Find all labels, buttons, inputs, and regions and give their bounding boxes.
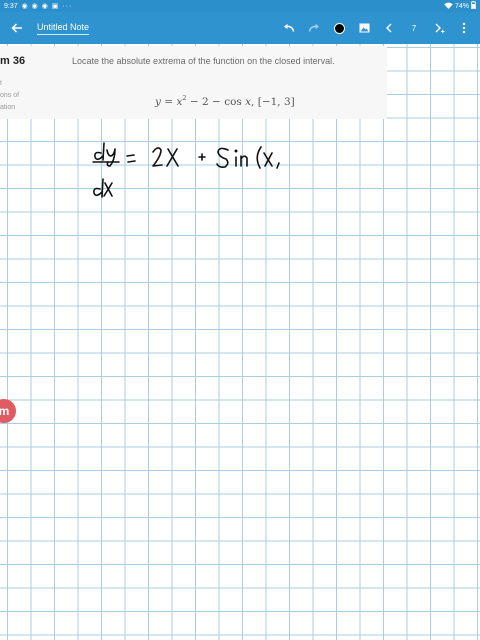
logo-letter: m: [0, 404, 10, 418]
note-page: 9:37 ◉ ◉ ◉ ▣ ··· 74% Untitled Note 7 m 3…: [0, 0, 480, 640]
handwriting-ink[interactable]: [0, 0, 480, 640]
